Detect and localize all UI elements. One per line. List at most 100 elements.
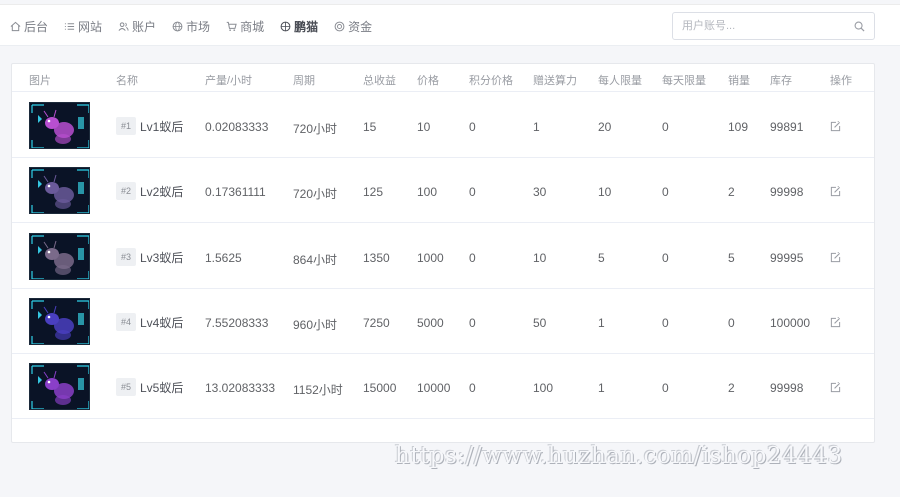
nav-item-market[interactable]: 市场 xyxy=(172,18,210,35)
cell-total: 15 xyxy=(363,120,377,134)
cell-per-day: 0 xyxy=(662,315,669,330)
home-icon xyxy=(10,21,21,32)
header-sales: 销量 xyxy=(728,75,750,87)
cell-per-day: 0 xyxy=(662,120,669,134)
nav-label: 网站 xyxy=(78,20,103,34)
row-index-badge: #4 xyxy=(116,312,137,331)
header-name: 名称 xyxy=(116,75,138,87)
product-image xyxy=(29,232,90,280)
cell-points-price: 0 xyxy=(469,250,476,265)
search-icon[interactable] xyxy=(854,21,865,32)
cell-per-day: 0 xyxy=(662,185,669,200)
nav-label: 后台 xyxy=(24,20,49,34)
header-points-price: 积分价格 xyxy=(469,75,513,87)
nav-item-funds[interactable]: 资金 xyxy=(334,18,372,35)
cell-output: 0.02083333 xyxy=(205,120,269,134)
product-image xyxy=(29,167,90,215)
header-price: 价格 xyxy=(417,75,439,87)
edit-icon[interactable] xyxy=(830,251,841,263)
cell-per-person: 1 xyxy=(598,315,605,330)
cell-stock: 100000 xyxy=(770,315,811,330)
cell-points-price: 0 xyxy=(469,120,476,134)
cell-points-price: 0 xyxy=(469,315,476,330)
cell-price: 1000 xyxy=(417,250,444,265)
header-total: 总收益 xyxy=(363,75,396,87)
nav-item-dashboard[interactable]: 后台 xyxy=(10,18,48,35)
cell-sales: 109 xyxy=(728,120,749,134)
search-box xyxy=(672,12,875,40)
cell-bonus-power: 10 xyxy=(533,250,547,265)
edit-icon[interactable] xyxy=(830,316,841,328)
edit-icon[interactable] xyxy=(830,186,841,197)
row-index-badge: #2 xyxy=(116,182,137,201)
cell-price: 10000 xyxy=(417,381,451,396)
cell-points-price: 0 xyxy=(469,185,476,200)
cell-cycle: 960小时 xyxy=(293,317,338,332)
cell-total: 125 xyxy=(363,185,384,200)
nav-item-shop[interactable]: 商城 xyxy=(226,18,264,35)
header-cycle: 周期 xyxy=(293,75,315,87)
cell-sales: 5 xyxy=(728,250,735,265)
product-table-card: 图片 名称 产量/小时 周期 总收益 价格 积分价格 赠送算力 每人限量 每天限… xyxy=(11,63,875,443)
grid-icon xyxy=(280,21,291,32)
cell-bonus-power: 30 xyxy=(533,185,547,200)
cell-output: 1.5625 xyxy=(205,250,242,265)
cell-total: 7250 xyxy=(363,315,390,330)
users-icon xyxy=(118,22,129,31)
table-header: 图片 名称 产量/小时 周期 总收益 价格 积分价格 赠送算力 每人限量 每天限… xyxy=(12,64,874,92)
product-image xyxy=(29,297,90,345)
row-index-badge: #3 xyxy=(116,247,137,266)
cell-sales: 0 xyxy=(728,315,735,330)
nav-label: 商城 xyxy=(240,20,265,34)
cell-bonus-power: 50 xyxy=(533,315,547,330)
nav-label: 市场 xyxy=(186,20,211,34)
table-row: #1 Lv1蚁后 0.02083333 720小时 15 10 0 1 20 0 109 99891 xyxy=(12,93,874,158)
cell-per-person: 5 xyxy=(598,250,605,265)
header-actions: 操作 xyxy=(830,75,852,87)
cell-total: 15000 xyxy=(363,381,397,396)
list-icon xyxy=(64,23,75,30)
cell-stock: 99891 xyxy=(770,120,804,134)
globe-icon xyxy=(172,21,183,32)
product-image xyxy=(29,363,90,411)
cell-sales: 2 xyxy=(728,381,735,396)
product-name: Lv5蚁后 xyxy=(140,381,184,396)
edit-icon[interactable] xyxy=(830,121,841,132)
edit-icon[interactable] xyxy=(830,382,841,393)
nav-item-website[interactable]: 网站 xyxy=(64,18,102,35)
nav-label: 鹏猫 xyxy=(294,20,319,34)
product-name: Lv1蚁后 xyxy=(140,120,184,134)
cell-cycle: 720小时 xyxy=(293,187,338,202)
cell-per-person: 20 xyxy=(598,120,612,134)
header-bonus-power: 赠送算力 xyxy=(533,75,577,87)
cell-stock: 99998 xyxy=(770,185,804,200)
cell-per-day: 0 xyxy=(662,381,669,396)
row-index-badge: #1 xyxy=(116,117,137,135)
header-output: 产量/小时 xyxy=(205,75,253,87)
row-index-badge: #5 xyxy=(116,378,137,397)
cell-total: 1350 xyxy=(363,250,390,265)
table-row: #3 Lv3蚁后 1.5625 864小时 1350 1000 0 10 5 0 5 99995 xyxy=(12,224,874,289)
nav-item-pengmao[interactable]: 鹏猫 xyxy=(280,18,318,35)
cell-output: 13.02083333 xyxy=(205,381,276,396)
cell-stock: 99998 xyxy=(770,381,804,396)
cell-cycle: 1152小时 xyxy=(293,383,343,398)
cell-per-person: 1 xyxy=(598,381,605,396)
product-name: Lv3蚁后 xyxy=(140,250,184,265)
table-row: #4 Lv4蚁后 7.55208333 960小时 7250 5000 0 50 1 0 0 1000… xyxy=(12,289,874,354)
nav-item-accounts[interactable]: 账户 xyxy=(118,18,156,35)
main-nav: 后台 网站 账户 市场 商城 鹏猫 资金 xyxy=(10,18,388,35)
header-image: 图片 xyxy=(29,75,51,87)
cell-per-day: 0 xyxy=(662,250,669,265)
product-name: Lv4蚁后 xyxy=(140,315,184,330)
table-row: #2 Lv2蚁后 0.17361111 720小时 125 100 0 30 10 0 2 99998 xyxy=(12,158,874,224)
cell-per-person: 10 xyxy=(598,185,612,200)
cell-price: 10 xyxy=(417,120,431,134)
watermark: https://www.huzhan.com/ishop24443 xyxy=(395,443,843,469)
search-input[interactable] xyxy=(673,13,848,39)
cell-stock: 99995 xyxy=(770,250,804,265)
nav-label: 资金 xyxy=(348,20,373,34)
header-per-day: 每天限量 xyxy=(662,75,706,87)
cell-sales: 2 xyxy=(728,185,735,200)
cart-icon xyxy=(226,21,237,31)
